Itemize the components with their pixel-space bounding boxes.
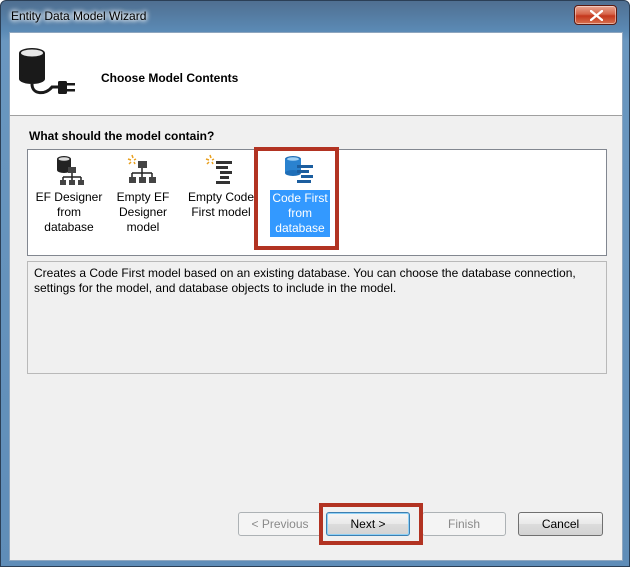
previous-button[interactable]: < Previous [238,512,322,536]
option-label: Empty Code First model [187,190,255,219]
cancel-button[interactable]: Cancel [518,512,603,536]
empty-code-first-icon [205,154,232,184]
selected-option-label: Code First from database [270,190,330,237]
option-label: Code First from database [259,190,341,237]
title-bar: Entity Data Model Wizard [1,1,629,31]
model-content-question: What should the model contain? [29,129,215,143]
page-title: Choose Model Contents [101,71,239,85]
empty-designer-icon [127,154,156,183]
model-options-list: EF Designer from database Empty EF Desig… [27,149,607,256]
close-button[interactable] [574,5,617,25]
wizard-header: Choose Model Contents [10,33,622,116]
code-first-database-icon [285,156,313,183]
close-icon [590,10,603,21]
database-model-icon [57,156,84,185]
window-title: Entity Data Model Wizard [11,9,147,23]
wizard-content: Choose Model Contents What should the mo… [9,32,623,561]
description-panel: Creates a Code First model based on an e… [27,261,607,374]
finish-button[interactable]: Finish [422,512,506,536]
option-description: Creates a Code First model based on an e… [34,266,576,295]
database-plug-icon [19,48,75,95]
wizard-window: Entity Data Model Wizard Choose Model Co… [0,0,630,567]
option-label: Empty EF Designer model [116,190,170,234]
next-button[interactable]: Next > [326,512,410,536]
option-label: EF Designer from database [35,190,103,234]
